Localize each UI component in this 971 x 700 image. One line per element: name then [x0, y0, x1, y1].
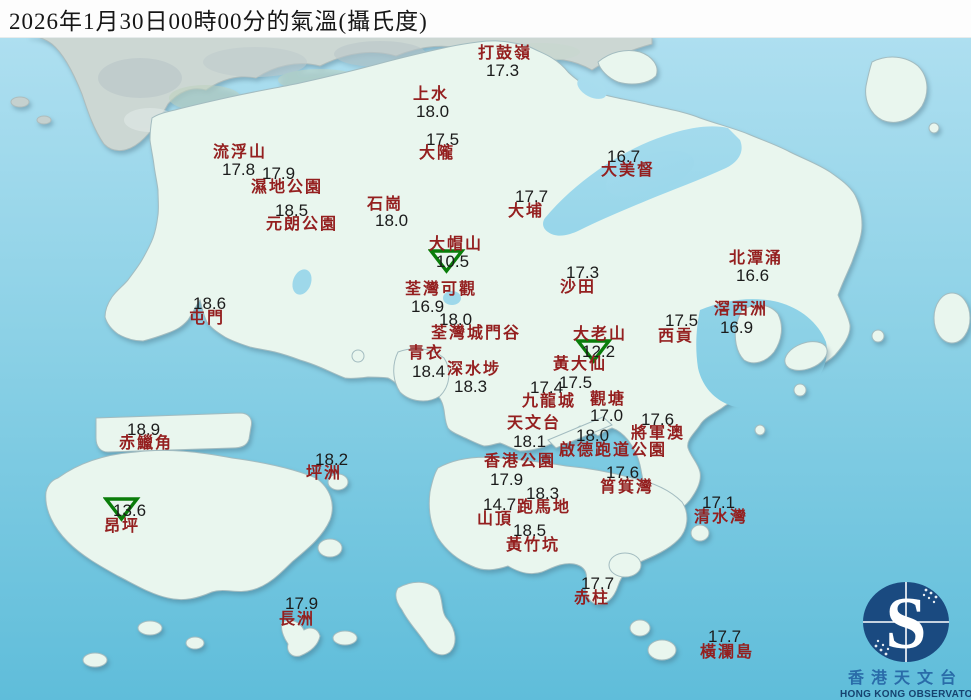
station-label: 長洲 [279, 611, 316, 628]
station-label: 赤鱲角 [119, 435, 174, 452]
station-label: 大隴 [419, 145, 456, 162]
station-label: 打鼓嶺 [478, 45, 533, 62]
station-label: 大美督 [601, 162, 656, 179]
hko-logo-mark-icon: S [863, 582, 949, 664]
station-value: 16.9 [720, 318, 754, 337]
station-value: 18.4 [412, 362, 446, 381]
station-value: 17.8 [222, 160, 256, 179]
station-label: 啟德跑道公園 [559, 442, 668, 459]
station-label: 沙田 [560, 279, 597, 296]
hko-logo: S 香港天文台 HONG KONG OBSERVATORY [840, 578, 971, 700]
temperature-map: 17.3 打鼓嶺 18.0 上水 17.5 大隴 17.8 流浮山 17.9 濕地公園 18.5 元朗… [0, 0, 971, 700]
station-label: 荃灣城門谷 [431, 325, 522, 342]
station-label: 西貢 [658, 328, 695, 345]
station-value: 18.0 [375, 211, 409, 230]
station-label: 九龍城 [522, 393, 577, 410]
page-title: 2026年1月30日00時00分的氣溫(攝氏度) [9, 8, 428, 34]
station-label: 北潭涌 [729, 250, 784, 267]
station-label: 流浮山 [213, 144, 268, 161]
station-label: 滘西洲 [714, 301, 769, 318]
station-label: 黃竹坑 [506, 537, 561, 554]
station-label: 黃大仙 [553, 356, 608, 373]
station-label: 上水 [413, 86, 450, 103]
station-value: 17.9 [490, 470, 524, 489]
station-label: 大埔 [508, 203, 545, 220]
station-label: 橫瀾島 [700, 644, 755, 661]
station-label: 坪洲 [306, 465, 343, 482]
hko-logo-en: HONG KONG OBSERVATORY [840, 689, 971, 700]
station-value: 18.3 [454, 377, 488, 396]
title-bar: 2026年1月30日00時00分的氣溫(攝氏度) [0, 0, 971, 38]
station-label: 大帽山 [429, 236, 484, 253]
station-layer: 17.3 打鼓嶺 18.0 上水 17.5 大隴 17.8 流浮山 17.9 濕地公園 18.5 元朗… [0, 0, 971, 700]
station-label: 深水埗 [447, 361, 502, 378]
station-value: 17.5 [559, 373, 593, 392]
station-label: 大老山 [573, 326, 628, 343]
station-label: 屯門 [189, 310, 226, 327]
svg-text:S: S [885, 583, 926, 664]
station-value: 10.5 [436, 252, 470, 271]
station-label: 青衣 [408, 345, 445, 362]
station-value: 18.0 [416, 102, 450, 121]
station-label: 觀塘 [590, 391, 627, 408]
station-label: 山頂 [477, 511, 514, 528]
station-value: 16.6 [736, 266, 770, 285]
station-value: 18.1 [513, 432, 547, 451]
station-label: 元朗公園 [266, 216, 339, 233]
station-label: 昂坪 [104, 518, 141, 535]
station-label: 香港公園 [484, 453, 557, 470]
station-value: 17.0 [590, 406, 624, 425]
station-label: 石崗 [367, 196, 404, 213]
station-label: 清水灣 [694, 509, 749, 526]
station-label: 赤柱 [574, 590, 611, 607]
station-label: 荃灣可觀 [405, 281, 478, 298]
station-label: 濕地公園 [251, 179, 324, 196]
station-label: 筲箕灣 [600, 479, 655, 496]
station-label: 天文台 [507, 415, 562, 432]
hko-logo-cn: 香港天文台 [847, 670, 963, 687]
station-label: 將軍澳 [631, 425, 686, 442]
station-value: 17.3 [486, 61, 520, 80]
station-label: 跑馬地 [517, 499, 572, 516]
